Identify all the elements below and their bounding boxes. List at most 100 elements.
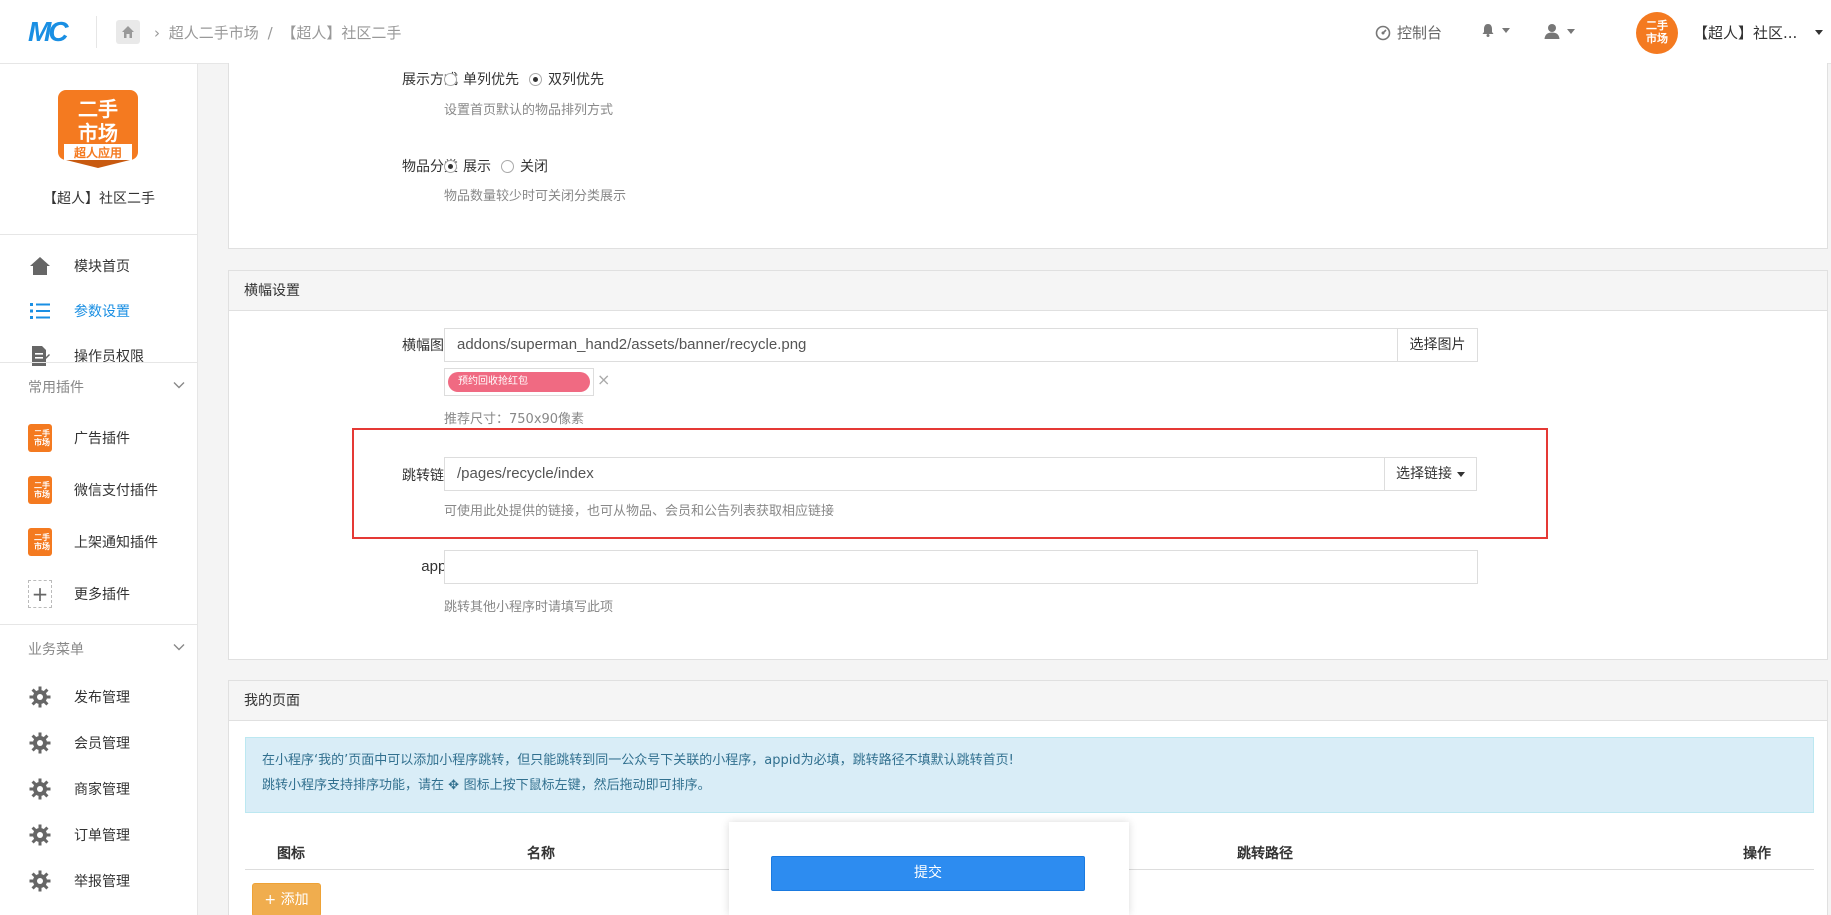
plugins-group-title: 常用插件 <box>28 380 84 396</box>
chevron-right-icon: › <box>154 24 160 42</box>
sidebar-item-label: 微信支付插件 <box>74 483 158 499</box>
dashboard-icon <box>1375 25 1391 40</box>
highlight-box <box>352 428 1548 539</box>
sidebar-item-wechat-pay-plugin[interactable]: 二手 市场 微信支付插件 <box>0 468 198 512</box>
display-mode-help: 设置首页默认的物品排列方式 <box>444 103 614 118</box>
business-group-title: 业务菜单 <box>28 642 84 658</box>
breadcrumb-item-current: 【超人】社区二手 <box>281 24 402 42</box>
app-name: 【超人】社区二手 <box>43 191 155 207</box>
select-image-button[interactable]: 选择图片 <box>1397 328 1478 362</box>
sidebar-item-settings[interactable]: 参数设置 <box>0 289 198 333</box>
sidebar-item-publish[interactable]: 发布管理 <box>0 675 198 719</box>
home-icon <box>122 26 134 38</box>
breadcrumb: › 超人二手市场 / 【超人】社区二手 <box>154 22 405 43</box>
display-settings-panel: 展示方式 单列优先 双列优先 设置首页默认的物品排列方式 物品分类 展示 关闭 … <box>228 63 1828 249</box>
add-button[interactable]: + 添加 <box>252 883 321 915</box>
home-icon <box>28 254 52 278</box>
sidebar-item-ad-plugin[interactable]: 二手 市场 广告插件 <box>0 416 198 460</box>
sidebar-item-members[interactable]: 会员管理 <box>0 721 198 765</box>
console-link[interactable]: 控制台 <box>1375 22 1442 43</box>
notifications-menu[interactable] <box>1480 22 1510 38</box>
appid-input[interactable] <box>444 550 1478 584</box>
document-edit-icon <box>28 344 52 368</box>
sidebar-item-label: 模块首页 <box>74 259 130 275</box>
sidebar-item-orders[interactable]: 订单管理 <box>0 813 198 857</box>
svg-text:市场: 市场 <box>34 437 50 447</box>
header-divider <box>96 16 97 48</box>
plugin-icon: 二手 市场 <box>28 476 52 504</box>
radio-button[interactable] <box>501 159 514 173</box>
info-alert: 在小程序‘我的’页面中可以添加小程序跳转，但只能跳转到同一公众号下关联的小程序，… <box>245 737 1814 813</box>
account-name: 【超人】社区... <box>1693 24 1798 42</box>
radio-double-column[interactable]: 双列优先 <box>529 69 604 89</box>
sidebar-item-label: 广告插件 <box>74 431 130 447</box>
radio-label: 单列优先 <box>463 72 519 88</box>
sidebar-divider <box>0 624 198 625</box>
sidebar-item-more-plugins[interactable]: + 更多插件 <box>0 572 198 616</box>
sidebar-item-label: 会员管理 <box>74 736 130 752</box>
user-icon <box>1544 24 1560 39</box>
breadcrumb-separator: / <box>267 24 273 42</box>
column-header-name: 名称 <box>527 846 555 862</box>
radio-single-column[interactable]: 单列优先 <box>444 69 519 89</box>
column-header-path: 跳转路径 <box>1237 846 1293 862</box>
top-bar: MC › 超人二手市场 / 【超人】社区二手 控制台 二手 市场 【超人】社区..… <box>0 0 1831 64</box>
sidebar-item-notify-plugin[interactable]: 二手 市场 上架通知插件 <box>0 520 198 564</box>
radio-label: 关闭 <box>520 159 548 175</box>
home-button[interactable] <box>116 20 140 44</box>
display-mode-label: 展示方式 <box>402 72 458 88</box>
panel-title: 我的页面 <box>229 681 1827 721</box>
brand-logo[interactable]: MC <box>28 16 78 48</box>
banner-thumb-text: 预约回收抢红包 <box>448 372 590 392</box>
sidebar-divider <box>0 234 198 235</box>
radio-button[interactable] <box>444 72 457 86</box>
radio-button[interactable] <box>444 159 457 173</box>
gear-icon <box>28 823 52 847</box>
sidebar-item-home[interactable]: 模块首页 <box>0 244 198 288</box>
info-line-2-post: 图标上按下鼠标左键，然后拖动即可排序。 <box>463 778 711 793</box>
radio-button[interactable] <box>529 72 542 86</box>
banner-image-input[interactable]: addons/superman_hand2/assets/banner/recy… <box>444 328 1398 362</box>
chevron-down-icon[interactable] <box>173 641 185 653</box>
radio-category-hide[interactable]: 关闭 <box>501 156 548 176</box>
sidebar-item-merchants[interactable]: 商家管理 <box>0 767 198 811</box>
account-menu[interactable]: 【超人】社区... <box>1693 22 1824 43</box>
plugin-icon: 二手 市场 <box>28 424 52 452</box>
svg-text:市场: 市场 <box>1646 31 1668 45</box>
svg-text:二手: 二手 <box>1646 18 1668 32</box>
app-logo-text: 市场 <box>78 121 118 145</box>
info-line-1: 在小程序‘我的’页面中可以添加小程序跳转，但只能跳转到同一公众号下关联的小程序，… <box>262 753 1014 768</box>
sidebar-item-reports[interactable]: 举报管理 <box>0 859 198 903</box>
user-menu[interactable] <box>1543 22 1575 40</box>
submit-bar: 提交 <box>729 822 1129 915</box>
sidebar: 二手 市场 超人应用 【超人】社区二手 模块首页 参数设置 操作员权限 常用插件… <box>0 64 198 915</box>
chevron-down-icon[interactable] <box>173 379 185 391</box>
sidebar-item-permissions[interactable]: 操作员权限 <box>0 334 198 378</box>
chevron-down-icon <box>1567 28 1575 34</box>
app-logo-text: 超人应用 <box>73 145 122 160</box>
gear-icon <box>28 777 52 801</box>
console-label: 控制台 <box>1397 24 1443 42</box>
gear-icon <box>28 731 52 755</box>
submit-button[interactable]: 提交 <box>771 856 1085 891</box>
svg-text:二手: 二手 <box>34 428 50 438</box>
sidebar-item-label: 商家管理 <box>74 782 130 798</box>
radio-category-show[interactable]: 展示 <box>444 156 491 176</box>
sidebar-item-label: 更多插件 <box>74 587 130 603</box>
app-logo: 二手 市场 超人应用 <box>58 90 138 170</box>
move-icon: ✥ <box>448 778 464 793</box>
appid-help: 跳转其他小程序时请填写此项 <box>444 600 614 615</box>
close-icon[interactable]: × <box>597 370 610 389</box>
bell-icon <box>1482 24 1494 37</box>
svg-text:二手: 二手 <box>34 532 50 542</box>
banner-image-label: 横幅图片 <box>402 338 458 354</box>
sidebar-item-label: 参数设置 <box>74 304 130 320</box>
account-avatar[interactable]: 二手 市场 <box>1636 12 1678 54</box>
appid-label: appid <box>421 558 458 575</box>
svg-text:市场: 市场 <box>34 541 50 551</box>
column-header-actions: 操作 <box>1743 846 1771 862</box>
chevron-down-icon <box>1815 30 1824 35</box>
sidebar-item-label: 发布管理 <box>74 690 130 706</box>
sidebar-divider <box>0 362 198 363</box>
breadcrumb-item-market[interactable]: 超人二手市场 <box>169 24 259 42</box>
